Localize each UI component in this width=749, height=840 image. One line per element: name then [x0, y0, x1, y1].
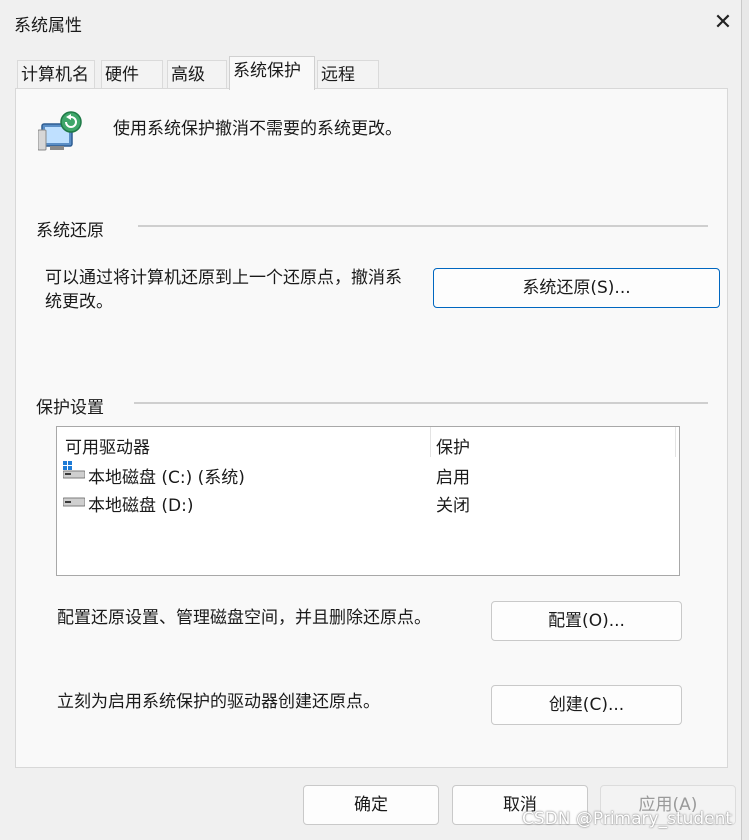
system-drive-icon: [62, 461, 86, 484]
column-header-drive[interactable]: 可用驱动器: [65, 433, 150, 458]
tab-computer-name[interactable]: 计算机名: [17, 60, 95, 88]
drive-name: 本地磁盘 (C:) (系统): [88, 468, 245, 488]
tab-hardware[interactable]: 硬件: [101, 60, 163, 88]
column-separator[interactable]: [675, 427, 676, 457]
protection-group-title: 保护设置: [36, 398, 104, 418]
close-button[interactable]: ✕: [708, 8, 738, 38]
window-title: 系统属性: [14, 16, 82, 36]
tab-remote[interactable]: 远程: [317, 60, 379, 88]
restore-group-title: 系统还原: [36, 221, 104, 241]
restore-group-divider: [138, 225, 708, 227]
intro-text: 使用系统保护撤消不需要的系统更改。: [113, 119, 402, 139]
configure-button[interactable]: 配置(O)...: [491, 601, 682, 641]
drive-protection-status: 关闭: [436, 496, 470, 516]
restore-description-line1: 可以通过将计算机还原到上一个还原点，撤消系: [45, 268, 402, 288]
protection-group-divider: [134, 402, 708, 404]
watermark-text: CSDN @Primary_student: [522, 809, 733, 829]
column-separator[interactable]: [430, 427, 431, 457]
close-icon: ✕: [713, 10, 733, 35]
drives-list[interactable]: 可用驱动器 保护 本地磁盘 (C:) (系统) 启用 本地磁盘 (D:) 关闭: [56, 426, 680, 576]
drive-name: 本地磁盘 (D:): [88, 496, 194, 516]
background-strip: [742, 0, 749, 840]
computer-restore-icon: [37, 110, 84, 156]
system-restore-button[interactable]: 系统还原(S)...: [433, 268, 720, 308]
restore-description-line2: 统更改。: [45, 292, 113, 312]
restore-description: 可以通过将计算机还原到上一个还原点，撤消系 统更改。: [45, 266, 402, 314]
drive-protection-status: 启用: [436, 468, 470, 488]
ok-button[interactable]: 确定: [303, 785, 439, 825]
tab-system-protection[interactable]: 系统保护: [229, 56, 315, 90]
configure-description: 配置还原设置、管理磁盘空间，并且删除还原点。: [57, 608, 431, 628]
tab-advanced[interactable]: 高级: [167, 60, 227, 88]
create-description: 立刻为启用系统保护的驱动器创建还原点。: [57, 692, 380, 712]
column-header-protection[interactable]: 保护: [436, 433, 470, 458]
drive-icon: [62, 493, 86, 513]
create-button[interactable]: 创建(C)...: [491, 685, 682, 725]
